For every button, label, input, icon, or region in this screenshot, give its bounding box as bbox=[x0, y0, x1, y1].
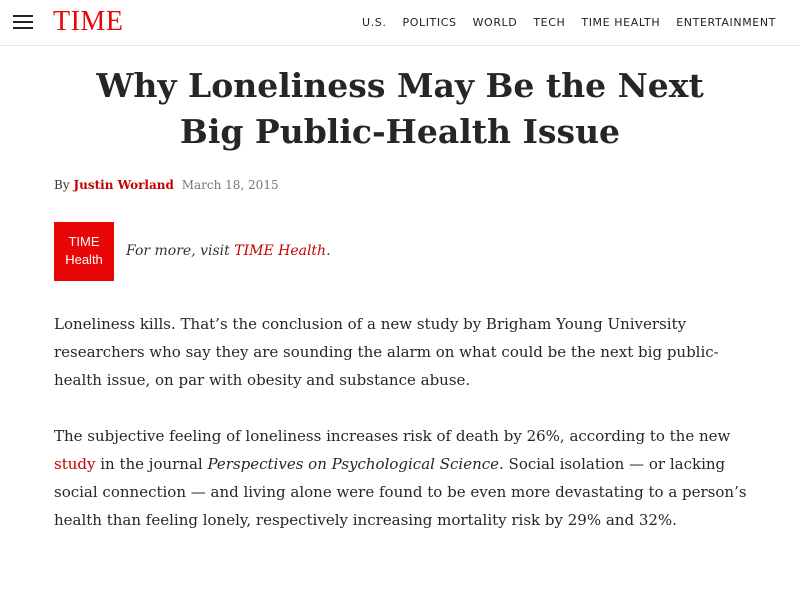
publish-date: March 18, 2015 bbox=[181, 178, 279, 192]
hamburger-menu-icon[interactable] bbox=[13, 15, 33, 31]
nav-entertainment[interactable]: ENTERTAINMENT bbox=[676, 16, 776, 29]
nav-time-health[interactable]: TIME HEALTH bbox=[581, 16, 660, 29]
headline-line-2: Big Public-Health Issue bbox=[179, 112, 621, 151]
time-logo[interactable]: TIME bbox=[53, 6, 123, 38]
p2-text-b: in the journal bbox=[95, 455, 208, 473]
nav-world[interactable]: WORLD bbox=[473, 16, 518, 29]
p2-text-a: The subjective feeling of loneliness inc… bbox=[54, 427, 731, 445]
promo-suffix: . bbox=[326, 243, 331, 259]
journal-name: Perspectives on Psychological Science bbox=[207, 455, 500, 473]
article-headline: Why Loneliness May Be the Next Big Publi… bbox=[40, 63, 760, 155]
top-navigation-bar: TIME U.S. POLITICS WORLD TECH TIME HEALT… bbox=[0, 0, 800, 46]
study-link[interactable]: study bbox=[54, 455, 95, 473]
time-health-badge[interactable]: TIME Health bbox=[54, 222, 114, 281]
promo-prefix: For more, visit bbox=[126, 243, 235, 259]
byline-by: By bbox=[54, 178, 70, 192]
headline-line-1: Why Loneliness May Be the Next bbox=[96, 66, 704, 105]
badge-line-2: Health bbox=[65, 252, 103, 267]
byline: By Justin Worland March 18, 2015 bbox=[54, 178, 279, 192]
promo-text: For more, visit TIME Health. bbox=[126, 243, 331, 259]
article-paragraph-1: Loneliness kills. That’s the conclusion … bbox=[54, 315, 719, 389]
section-nav: U.S. POLITICS WORLD TECH TIME HEALTH ENT… bbox=[362, 16, 776, 29]
nav-us[interactable]: U.S. bbox=[362, 16, 386, 29]
time-health-link[interactable]: TIME Health bbox=[234, 243, 326, 259]
badge-line-1: TIME bbox=[68, 234, 100, 249]
nav-tech[interactable]: TECH bbox=[533, 16, 565, 29]
nav-politics[interactable]: POLITICS bbox=[402, 16, 456, 29]
article-paragraph-2: The subjective feeling of loneliness inc… bbox=[54, 422, 754, 534]
author-link[interactable]: Justin Worland bbox=[73, 178, 173, 192]
